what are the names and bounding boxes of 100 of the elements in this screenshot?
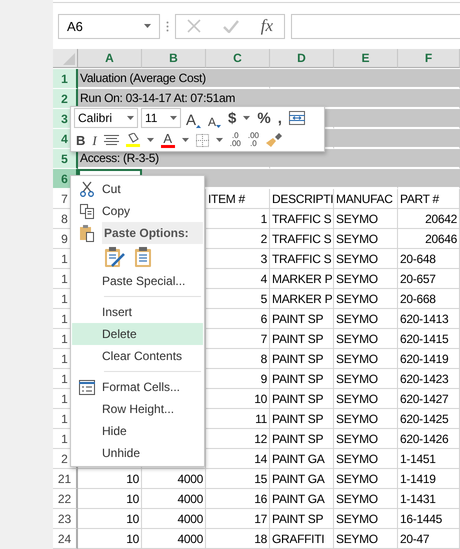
font-size-dropdown[interactable]: 11	[141, 108, 181, 128]
table-cell[interactable]: 620-1415	[398, 329, 460, 349]
table-cell[interactable]: PAINT SP	[270, 369, 334, 389]
table-cell[interactable]: SEYMO	[334, 429, 398, 449]
table-cell[interactable]: 18	[206, 529, 270, 549]
table-cell[interactable]: SEYMO	[334, 389, 398, 409]
table-cell[interactable]: 16-1445	[398, 509, 460, 529]
table-cell[interactable]: 620-1425	[398, 409, 460, 429]
table-cell[interactable]: 14	[206, 449, 270, 469]
table-cell[interactable]: SEYMO	[334, 269, 398, 289]
table-cell[interactable]: SEYMO	[334, 349, 398, 369]
table-cell[interactable]: DESCRIPTI	[270, 189, 334, 209]
table-cell[interactable]: 17	[206, 509, 270, 529]
column-header[interactable]: F	[398, 49, 460, 68]
table-cell[interactable]: 10	[78, 509, 142, 529]
table-cell[interactable]: 5	[206, 289, 270, 309]
table-cell[interactable]: 4	[206, 269, 270, 289]
menu-item[interactable]: Delete	[72, 323, 203, 345]
table-cell[interactable]: 1-1451	[398, 449, 460, 469]
table-cell[interactable]: SEYMO	[334, 309, 398, 329]
table-cell[interactable]: PAINT SP	[270, 329, 334, 349]
table-cell[interactable]: 12	[206, 429, 270, 449]
table-cell[interactable]: PAINT SP	[270, 309, 334, 329]
table-cell[interactable]: 10	[78, 469, 142, 489]
italic-button[interactable]: I	[90, 130, 99, 150]
table-cell[interactable]: 4000	[142, 529, 206, 549]
table-cell[interactable]: PAINT SP	[270, 349, 334, 369]
table-cell[interactable]: 2	[206, 229, 270, 249]
table-cell[interactable]: 1-1431	[398, 489, 460, 509]
table-cell[interactable]: 15	[206, 469, 270, 489]
table-cell[interactable]: PAINT SP	[270, 409, 334, 429]
table-cell[interactable]: SEYMO	[334, 249, 398, 269]
format-button[interactable]: %	[255, 108, 273, 128]
table-cell[interactable]: 620-1413	[398, 309, 460, 329]
table-cell[interactable]: MANUFAC	[334, 189, 398, 209]
shrink-font-button[interactable]: A	[206, 108, 224, 128]
row-header[interactable]: 23	[53, 509, 78, 529]
table-cell[interactable]: 20-47	[398, 529, 460, 549]
table-cell[interactable]: 1-1419	[398, 469, 460, 489]
table-cell[interactable]: SEYMO	[334, 229, 398, 249]
table-cell[interactable]: TRAFFIC S	[270, 209, 334, 229]
table-cell[interactable]: 6	[206, 309, 270, 329]
table-cell[interactable]: ITEM #	[206, 189, 270, 209]
format-button[interactable]: ,	[276, 108, 284, 128]
table-cell[interactable]: 620-1419	[398, 349, 460, 369]
grow-font-button[interactable]: A	[184, 108, 204, 128]
font-name-dropdown[interactable]: Calibri	[74, 108, 138, 128]
table-cell[interactable]: SEYMO	[334, 209, 398, 229]
column-header[interactable]: B	[142, 49, 206, 68]
insert-function-button[interactable]: fx	[260, 16, 274, 36]
table-cell[interactable]: 10	[206, 389, 270, 409]
table-cell[interactable]: SEYMO	[334, 289, 398, 309]
table-cell[interactable]: 20642	[398, 209, 460, 229]
table-cell[interactable]: 20-648	[398, 249, 460, 269]
table-cell[interactable]: SEYMO	[334, 449, 398, 469]
table-cell[interactable]: 4000	[142, 469, 206, 489]
table-cell[interactable]: PAINT GA	[270, 469, 334, 489]
table-cell[interactable]: 620-1427	[398, 389, 460, 409]
table-cell[interactable]: 10	[78, 529, 142, 549]
table-cell[interactable]: 10	[78, 489, 142, 509]
table-cell[interactable]: SEYMO	[334, 509, 398, 529]
row-header[interactable]: 2	[53, 89, 78, 109]
increase-decimal-button[interactable]: .0 .00	[228, 130, 243, 150]
table-cell[interactable]: 620-1423	[398, 369, 460, 389]
column-header[interactable]: D	[270, 49, 334, 68]
table-cell[interactable]: SEYMO	[334, 469, 398, 489]
table-cell[interactable]: PAINT GA	[270, 489, 334, 509]
table-cell[interactable]: PAINT SP	[270, 509, 334, 529]
format-button[interactable]: $	[226, 108, 238, 128]
table-cell[interactable]: 16	[206, 489, 270, 509]
table-cell[interactable]: 4000	[142, 509, 206, 529]
table-cell[interactable]: MARKER P	[270, 289, 334, 309]
table-cell[interactable]: 7	[206, 329, 270, 349]
table-cell[interactable]: PART #	[398, 189, 460, 209]
table-cell[interactable]: SEYMO	[334, 369, 398, 389]
table-cell[interactable]: 3	[206, 249, 270, 269]
table-cell[interactable]: PAINT SP	[270, 389, 334, 409]
table-cell[interactable]: 11	[206, 409, 270, 429]
row-header[interactable]: 24	[53, 529, 78, 549]
decrease-decimal-button[interactable]: .00 .0	[246, 130, 261, 150]
table-cell[interactable]: PAINT GA	[270, 449, 334, 469]
table-cell[interactable]: Valuation (Average Cost)	[78, 69, 270, 89]
row-header[interactable]: 1	[53, 69, 78, 89]
row-header[interactable]: 21	[53, 469, 78, 489]
table-cell[interactable]: 20-668	[398, 289, 460, 309]
table-cell[interactable]: 4000	[142, 489, 206, 509]
table-cell[interactable]: GRAFFITI	[270, 529, 334, 549]
table-cell[interactable]: PAINT SP	[270, 429, 334, 449]
table-cell[interactable]: TRAFFIC S	[270, 249, 334, 269]
table-cell[interactable]: 9	[206, 369, 270, 389]
column-header[interactable]: E	[334, 49, 398, 68]
table-cell[interactable]: SEYMO	[334, 409, 398, 429]
table-cell[interactable]: 8	[206, 349, 270, 369]
table-cell[interactable]: 620-1426	[398, 429, 460, 449]
table-cell[interactable]: 20646	[398, 229, 460, 249]
font-color-button[interactable]: A	[158, 130, 177, 150]
row-header[interactable]: 5	[53, 149, 78, 169]
row-header[interactable]: 22	[53, 489, 78, 509]
table-cell[interactable]: 1	[206, 209, 270, 229]
table-cell[interactable]: SEYMO	[334, 329, 398, 349]
